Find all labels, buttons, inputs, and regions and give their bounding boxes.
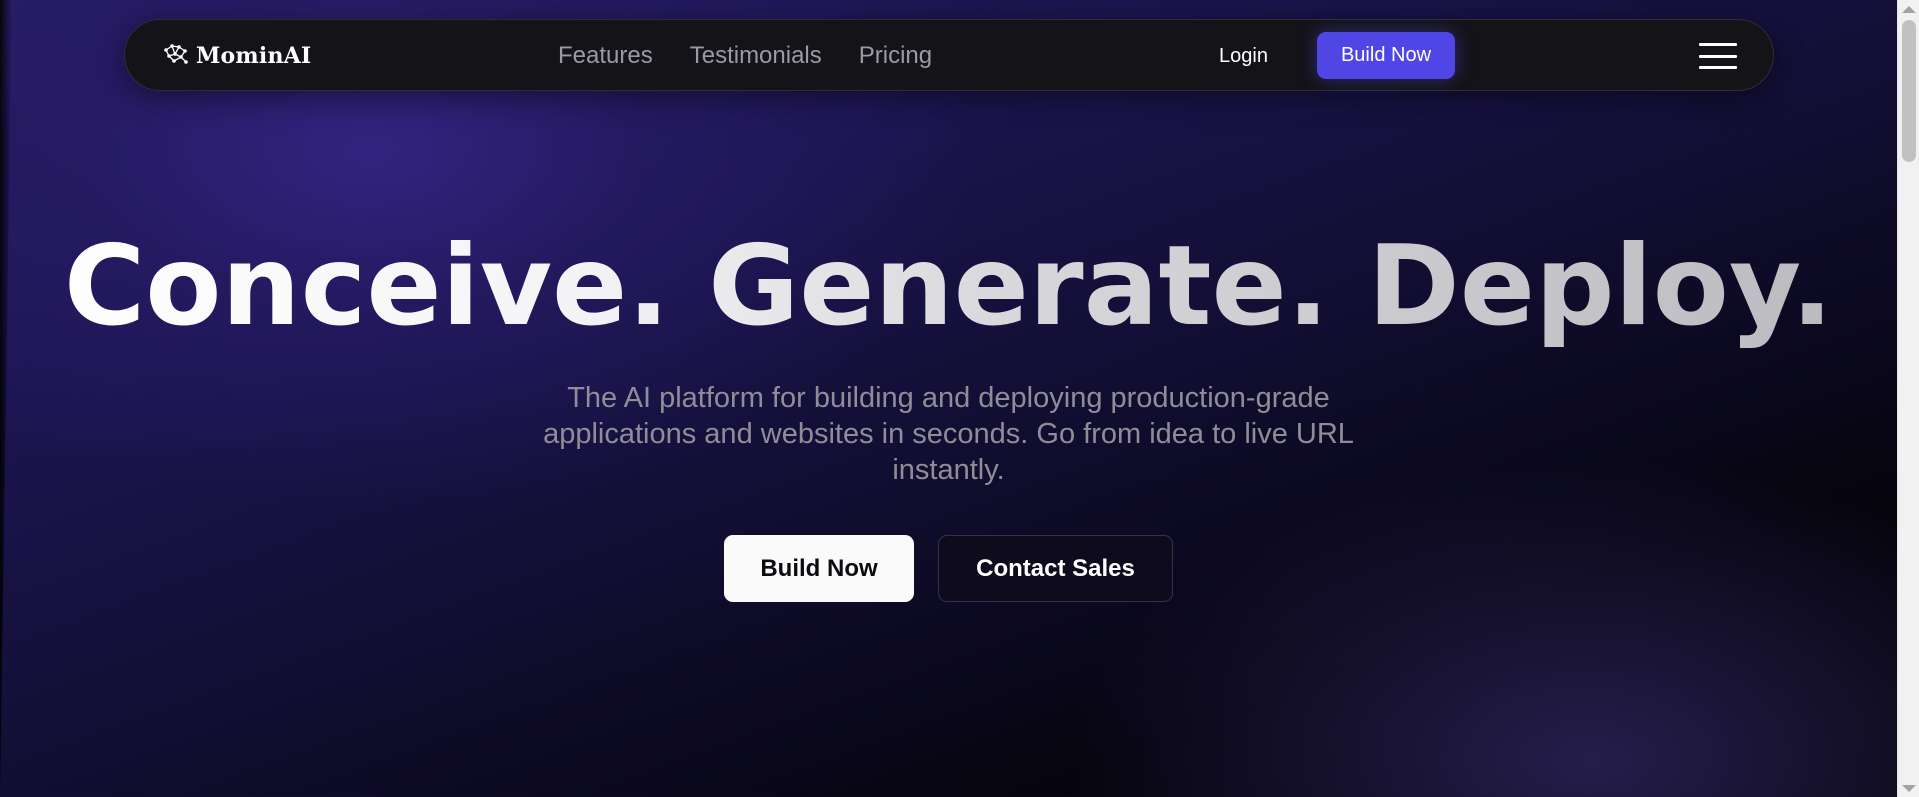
hamburger-line [1699, 43, 1737, 46]
hero-title: Conceive. Generate. Deploy. [0, 222, 1897, 352]
login-link[interactable]: Login [1219, 42, 1268, 70]
brand-name: MominAI [196, 43, 312, 69]
brand-logo[interactable]: MominAI [163, 40, 311, 72]
contact-sales-button[interactable]: Contact Sales [938, 535, 1173, 602]
edge-shadow [0, 0, 12, 797]
nav-links: Features Testimonials Pricing [558, 20, 932, 92]
scroll-down-arrow-icon[interactable] [1898, 779, 1919, 797]
hero-build-now-button[interactable]: Build Now [724, 535, 914, 602]
hamburger-menu-icon[interactable] [1699, 41, 1737, 71]
scroll-up-arrow-icon[interactable] [1898, 0, 1919, 18]
nav-link-testimonials[interactable]: Testimonials [690, 42, 822, 70]
nav-link-pricing[interactable]: Pricing [859, 42, 932, 70]
nav-build-now-button[interactable]: Build Now [1317, 32, 1455, 79]
landing-page: MominAI Features Testimonials Pricing Lo… [0, 0, 1897, 797]
top-navbar: MominAI Features Testimonials Pricing Lo… [124, 19, 1774, 91]
brain-network-icon [163, 43, 189, 70]
hero-subtitle: The AI platform for building and deployi… [543, 382, 1354, 486]
vertical-scrollbar[interactable] [1897, 0, 1919, 797]
hamburger-line [1699, 66, 1737, 69]
hamburger-line [1699, 54, 1737, 58]
nav-link-features[interactable]: Features [558, 42, 653, 70]
scrollbar-thumb[interactable] [1902, 20, 1916, 162]
